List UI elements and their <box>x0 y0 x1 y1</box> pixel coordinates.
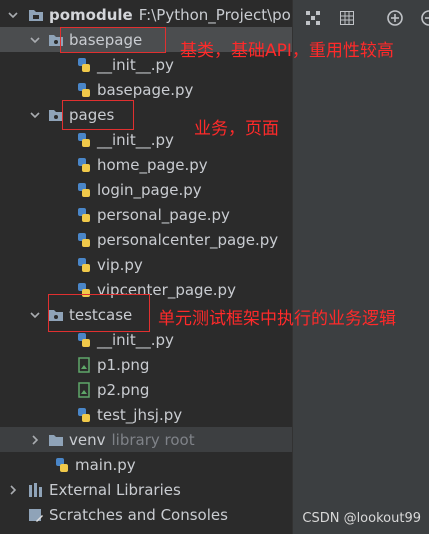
folder-icon <box>48 432 64 448</box>
python-file-icon <box>76 132 92 148</box>
watermark: CSDN @lookout99 <box>302 511 421 526</box>
library-icon <box>28 482 44 498</box>
grid-icon[interactable] <box>335 6 359 30</box>
python-file-icon <box>76 207 92 223</box>
add-icon[interactable] <box>383 6 407 30</box>
file-label: personalcenter_page.py <box>97 230 279 249</box>
file-login-page[interactable]: login_page.py <box>0 177 292 202</box>
tree-toolbar <box>293 6 429 30</box>
file-home-page[interactable]: home_page.py <box>0 152 292 177</box>
file-main[interactable]: main.py <box>0 452 292 477</box>
annotation-box-basepage <box>60 27 166 53</box>
annotation-testcase: 单元测试框架中执行的业务逻辑 <box>158 309 396 329</box>
file-label: __init__.py <box>97 130 174 149</box>
python-file-icon <box>76 82 92 98</box>
annotation-pages: 业务，页面 <box>194 119 279 139</box>
file-personalcenter-page[interactable]: personalcenter_page.py <box>0 227 292 252</box>
file-label: main.py <box>75 455 136 474</box>
python-file-icon <box>76 407 92 423</box>
module-folder-icon <box>28 7 44 23</box>
file-label: personal_page.py <box>97 205 230 224</box>
python-file-icon <box>76 257 92 273</box>
remove-icon[interactable] <box>417 6 429 30</box>
external-libraries[interactable]: External Libraries <box>0 477 292 502</box>
chevron-right-icon[interactable] <box>6 483 20 497</box>
file-label: vip.py <box>97 255 143 274</box>
python-file-icon <box>76 57 92 73</box>
file-label: home_page.py <box>97 155 208 174</box>
image-file-icon <box>76 356 92 373</box>
chevron-down-icon[interactable] <box>28 33 42 47</box>
python-file-icon <box>54 457 70 473</box>
external-libraries-label: External Libraries <box>49 480 181 499</box>
chevron-down-icon[interactable] <box>6 8 20 22</box>
file-p1-png[interactable]: p1.png <box>0 352 292 377</box>
editor-pane <box>292 0 429 534</box>
python-file-icon <box>76 332 92 348</box>
file-vip[interactable]: vip.py <box>0 252 292 277</box>
root-path: F:\Python_Project\po <box>138 5 291 24</box>
chevron-right-icon[interactable] <box>28 433 42 447</box>
image-file-icon <box>76 381 92 398</box>
project-tree: pomodule F:\Python_Project\po basepage _… <box>0 0 292 534</box>
folder-venv[interactable]: venv library root <box>0 427 292 452</box>
annotation-basepage: 基类，基础API，重用性较高 <box>180 41 394 61</box>
collapse-icon[interactable] <box>301 6 325 30</box>
file-basepage-py[interactable]: basepage.py <box>0 77 292 102</box>
scratches-and-consoles[interactable]: Scratches and Consoles <box>0 502 292 527</box>
file-test-jhsj[interactable]: test_jhsj.py <box>0 402 292 427</box>
annotation-box-testcase <box>48 294 150 332</box>
annotation-box-pages <box>62 100 134 130</box>
file-p2-png[interactable]: p2.png <box>0 377 292 402</box>
file-label: p1.png <box>97 355 150 374</box>
file-label: p2.png <box>97 380 150 399</box>
tree-root[interactable]: pomodule F:\Python_Project\po <box>0 2 292 27</box>
file-label: __init__.py <box>97 330 174 349</box>
file-label: basepage.py <box>97 80 194 99</box>
file-label: __init__.py <box>97 55 174 74</box>
scratches-icon <box>28 507 44 523</box>
library-root-hint: library root <box>111 430 195 449</box>
file-label: test_jhsj.py <box>97 405 183 424</box>
scratches-label: Scratches and Consoles <box>49 505 228 524</box>
folder-label: venv <box>69 430 106 449</box>
file-label: login_page.py <box>97 180 202 199</box>
python-file-icon <box>76 232 92 248</box>
chevron-down-icon[interactable] <box>28 308 42 322</box>
file-personal-page[interactable]: personal_page.py <box>0 202 292 227</box>
python-file-icon <box>76 182 92 198</box>
root-name: pomodule <box>49 5 133 24</box>
python-file-icon <box>76 157 92 173</box>
chevron-down-icon[interactable] <box>28 108 42 122</box>
